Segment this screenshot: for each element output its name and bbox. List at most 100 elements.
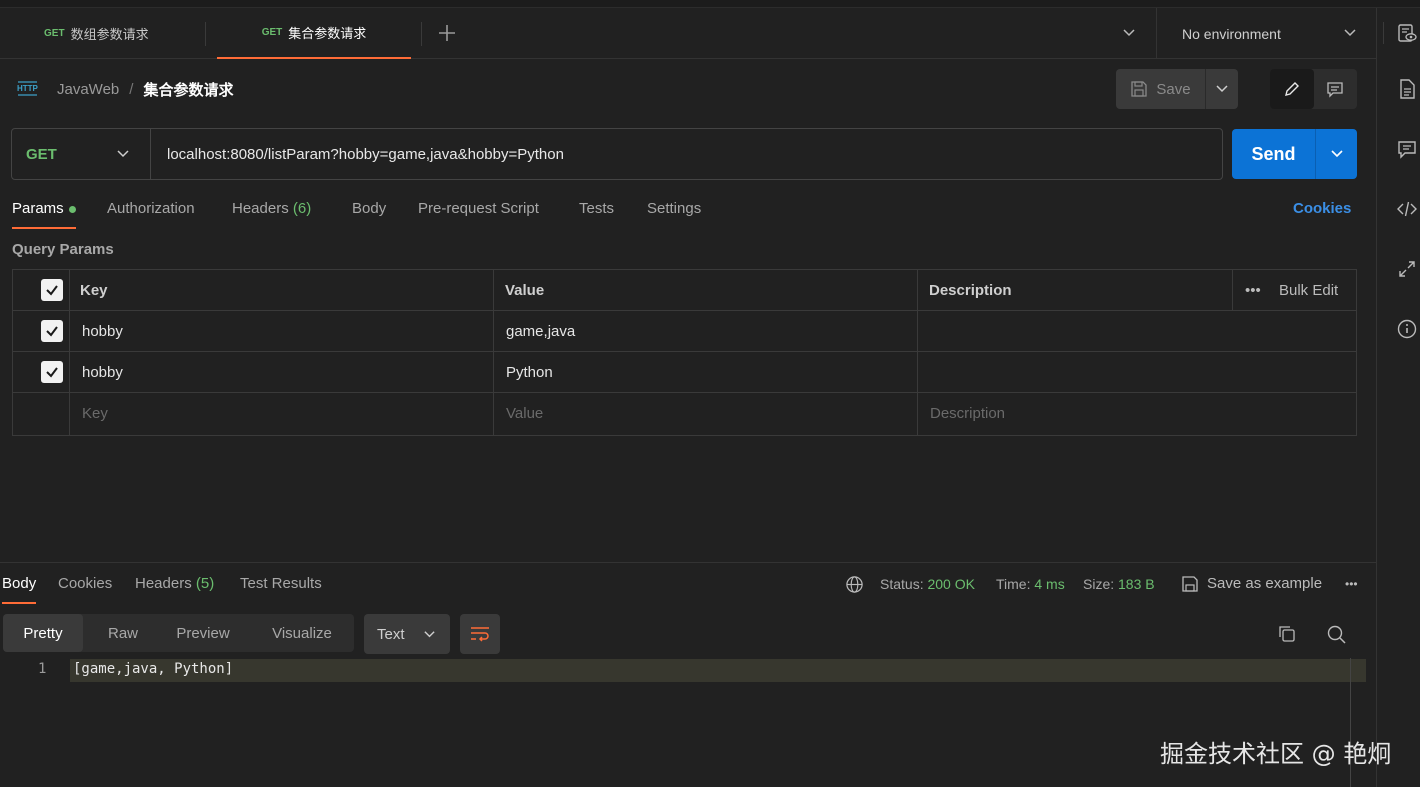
comments-icon[interactable] xyxy=(1396,138,1418,160)
url-bar: GET localhost:8080/listParam?hobby=game,… xyxy=(11,128,1223,180)
cookies-link[interactable]: Cookies xyxy=(1293,198,1351,220)
query-params-table: Key Value Description ••• Bulk Edit hobb… xyxy=(12,269,1357,436)
time-value: 4 ms xyxy=(1034,576,1065,592)
response-headers-count: (5) xyxy=(195,575,215,592)
tab-divider xyxy=(205,22,206,46)
new-tab-plus-icon[interactable] xyxy=(436,22,458,44)
view-visualize[interactable]: Visualize xyxy=(261,614,343,652)
edit-toggle-group xyxy=(1270,69,1357,109)
globe-icon[interactable] xyxy=(845,575,864,594)
tab-body[interactable]: Body xyxy=(352,198,386,229)
table-row: hobby game,java xyxy=(13,311,1356,352)
wrap-lines-icon xyxy=(471,627,489,642)
wrap-lines-button[interactable] xyxy=(460,614,500,654)
tab-collection-params[interactable]: GET 集合参数请求 xyxy=(217,8,411,59)
sidebar-divider xyxy=(1383,22,1384,44)
headers-count: (6) xyxy=(292,200,312,217)
save-as-example-button[interactable]: Save as example xyxy=(1181,573,1322,595)
current-line-highlight xyxy=(70,659,1366,682)
view-pretty[interactable]: Pretty xyxy=(3,614,83,652)
right-sidebar xyxy=(1376,8,1420,787)
response-divider[interactable] xyxy=(0,562,1376,563)
chevron-down-icon xyxy=(117,150,129,158)
tab-params[interactable]: Params xyxy=(12,198,76,229)
row-checkbox[interactable] xyxy=(41,361,63,383)
chevron-down-icon xyxy=(424,630,435,637)
tab-authorization[interactable]: Authorization xyxy=(107,198,195,229)
bulk-edit-button[interactable]: Bulk Edit xyxy=(1279,270,1338,310)
param-key-field[interactable]: hobby xyxy=(82,311,123,351)
save-button[interactable]: Save xyxy=(1116,69,1206,109)
response-format-select[interactable]: Text xyxy=(364,614,450,654)
url-input[interactable]: localhost:8080/listParam?hobby=game,java… xyxy=(151,146,564,163)
tab-array-params[interactable]: GET 数组参数请求 xyxy=(44,8,149,59)
save-icon xyxy=(1182,576,1198,592)
response-more-options-icon[interactable]: ••• xyxy=(1345,573,1358,595)
new-key-input[interactable]: Key xyxy=(82,393,108,433)
new-value-input[interactable]: Value xyxy=(506,393,543,433)
tab-headers[interactable]: Headers (6) xyxy=(232,198,311,229)
send-options-button[interactable] xyxy=(1316,129,1357,179)
size-value: 183 B xyxy=(1118,576,1155,592)
param-key-field[interactable]: hobby xyxy=(82,352,123,392)
edit-button[interactable] xyxy=(1270,69,1314,109)
method-label: GET xyxy=(26,145,57,163)
environment-chevron-down-icon[interactable] xyxy=(1343,26,1357,40)
method-selector[interactable]: GET xyxy=(12,129,151,179)
save-options-button[interactable] xyxy=(1206,69,1238,109)
new-description-input[interactable]: Description xyxy=(930,393,1005,433)
environment-selector[interactable]: No environment xyxy=(1156,8,1366,59)
send-button[interactable]: Send xyxy=(1232,129,1316,179)
save-label: Save xyxy=(1156,80,1191,98)
size-label: Size: xyxy=(1083,576,1115,592)
response-tab-cookies[interactable]: Cookies xyxy=(58,573,112,604)
response-tab-body[interactable]: Body xyxy=(2,573,37,604)
row-checkbox[interactable] xyxy=(41,320,63,342)
tab-settings[interactable]: Settings xyxy=(647,198,701,229)
tab-divider xyxy=(421,22,422,46)
param-value-field[interactable]: game,java xyxy=(506,311,575,351)
column-header-value: Value xyxy=(505,281,545,299)
table-row: hobby Python xyxy=(13,352,1356,393)
copy-icon[interactable] xyxy=(1277,624,1297,644)
line-number: 1 xyxy=(38,661,47,677)
response-time[interactable]: Time: 4 ms xyxy=(996,573,1065,595)
response-body-text[interactable]: [game,java, Python] xyxy=(73,661,233,677)
response-tab-test-results[interactable]: Test Results xyxy=(240,573,322,604)
save-as-example-label: Save as example xyxy=(1207,575,1323,592)
save-button-group: Save xyxy=(1116,69,1238,109)
param-description-field[interactable] xyxy=(930,311,1350,351)
comment-button[interactable] xyxy=(1314,69,1358,109)
tabs-chevron-down-icon[interactable] xyxy=(1122,26,1136,40)
tab-tests[interactable]: Tests xyxy=(579,198,614,229)
param-value-field[interactable]: Python xyxy=(506,352,553,392)
view-preview[interactable]: Preview xyxy=(163,614,243,652)
status-label: Status: xyxy=(880,576,924,592)
param-description-field[interactable] xyxy=(930,352,1350,392)
checkmark-icon xyxy=(46,367,58,378)
view-raw[interactable]: Raw xyxy=(91,614,155,652)
response-view-tabs: Pretty Raw Preview Visualize xyxy=(3,614,354,652)
response-tab-headers[interactable]: Headers (5) xyxy=(135,573,214,604)
response-status[interactable]: Status: 200 OK xyxy=(880,573,975,595)
tab-prerequest-script[interactable]: Pre-request Script xyxy=(418,198,539,229)
breadcrumb-collection[interactable]: JavaWeb xyxy=(57,81,119,98)
table-header-row: Key Value Description ••• Bulk Edit xyxy=(13,270,1356,311)
tab-headers-label: Headers xyxy=(232,200,289,217)
documentation-icon[interactable] xyxy=(1396,78,1418,100)
chevron-down-icon xyxy=(1216,85,1228,93)
select-all-checkbox[interactable] xyxy=(41,279,63,301)
checkmark-icon xyxy=(46,326,58,337)
code-snippet-icon[interactable] xyxy=(1396,198,1418,220)
related-collections-icon[interactable] xyxy=(1396,258,1418,280)
response-size[interactable]: Size: 183 B xyxy=(1083,573,1155,595)
chevron-down-icon xyxy=(1330,150,1343,158)
tab-method: GET xyxy=(261,27,283,38)
time-label: Time: xyxy=(996,576,1031,592)
more-options-icon[interactable]: ••• xyxy=(1245,270,1261,310)
info-icon[interactable] xyxy=(1396,318,1418,340)
search-icon[interactable] xyxy=(1326,624,1347,645)
tab-method: GET xyxy=(44,28,65,39)
breadcrumb-request-name[interactable]: 集合参数请求 xyxy=(143,79,233,100)
environment-quick-look-icon[interactable] xyxy=(1396,22,1418,44)
